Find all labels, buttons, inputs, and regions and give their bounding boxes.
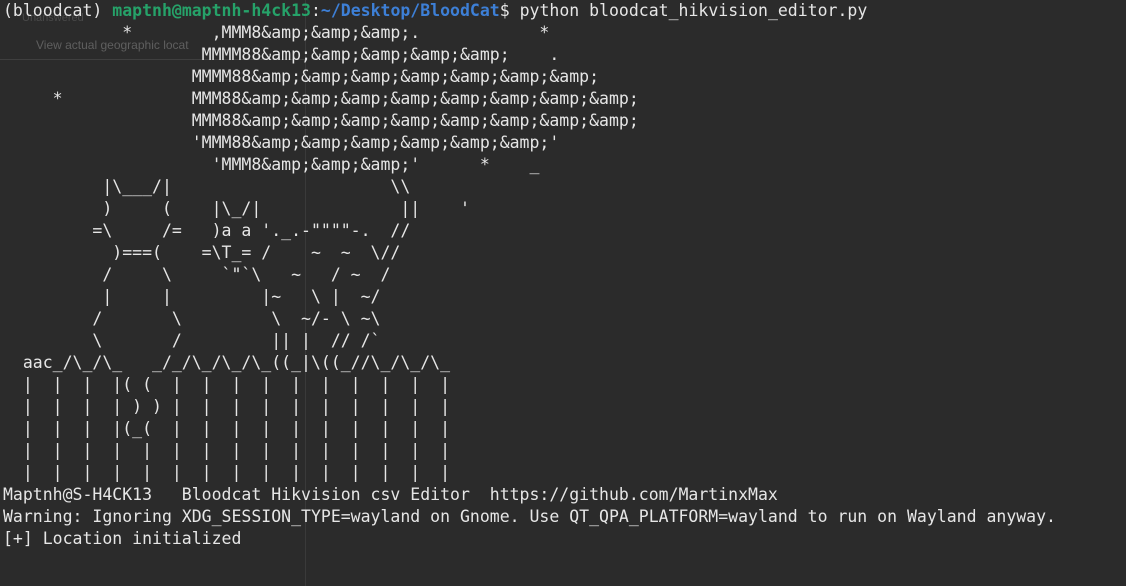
ascii-art-line: MMMM88&amp;&amp;&amp;&amp;&amp; . <box>3 45 560 64</box>
banner-line: Maptnh@S-H4CK13 Bloodcat Hikvision csv E… <box>3 485 778 504</box>
ascii-art-line: | | | |( ( | | | | | | | | | | <box>3 375 451 394</box>
status-line: [+] Location initialized <box>3 529 242 548</box>
ascii-art-line: | | | |(_( | | | | | | | | | | <box>3 419 451 438</box>
ascii-art-line: / \ `"`\ ~ / ~ / <box>3 265 391 284</box>
entered-command: python bloodcat_hikvision_editor.py <box>519 1 868 20</box>
ascii-art-line: / \ \ ~/- \ ~\ <box>3 309 381 328</box>
ascii-art-line: MMM88&amp;&amp;&amp;&amp;&amp;&amp;&amp;… <box>3 111 639 130</box>
ascii-art-line: \ / || | // /` <box>3 331 381 350</box>
warning-line: Warning: Ignoring XDG_SESSION_TYPE=wayla… <box>3 507 1056 526</box>
ascii-art-line: aac_/\_/\_ _/_/\_/\_/\_((_|\((_//\_/\_/\… <box>3 353 451 372</box>
ascii-art-line: ) ( |\_/| || ' <box>3 199 470 218</box>
ascii-art-line: | | | | | | | | | | | | | | | <box>3 463 451 482</box>
command-prompt-line: (bloodcat) maptnh@maptnh-h4ck13:~/Deskto… <box>3 0 1123 22</box>
user-host: maptnh@maptnh-h4ck13 <box>112 1 311 20</box>
terminal-output[interactable]: (bloodcat) maptnh@maptnh-h4ck13:~/Deskto… <box>3 0 1123 550</box>
prompt-colon: : <box>310 1 321 20</box>
ascii-art-line: |\___/| \\ <box>3 177 411 196</box>
virtualenv-label: (bloodcat) <box>3 1 103 20</box>
ascii-art-line: | | | | ) ) | | | | | | | | | | <box>3 397 451 416</box>
ascii-art-line: | | |~ \ | ~/ <box>3 287 381 306</box>
ascii-art-line: 'MMM8&amp;&amp;&amp;' * _ <box>3 155 540 174</box>
ascii-art-line: * ,MMM8&amp;&amp;&amp;. * <box>3 23 550 42</box>
ascii-art-line: * MMM88&amp;&amp;&amp;&amp;&amp;&amp;&am… <box>3 89 639 108</box>
working-directory: ~/Desktop/BloodCat <box>320 1 500 20</box>
prompt-symbol: $ <box>499 1 510 20</box>
ascii-art-line: MMMM88&amp;&amp;&amp;&amp;&amp;&amp;&amp… <box>3 67 600 86</box>
ascii-art-line: 'MMM88&amp;&amp;&amp;&amp;&amp;&amp;' <box>3 133 560 152</box>
ascii-art-line: =\ /= )a a '._.-""""-. // <box>3 221 411 240</box>
ascii-art-line: )===( =\T_= / ~ ~ \// <box>3 243 401 262</box>
ascii-art-line: | | | | | | | | | | | | | | | <box>3 441 451 460</box>
